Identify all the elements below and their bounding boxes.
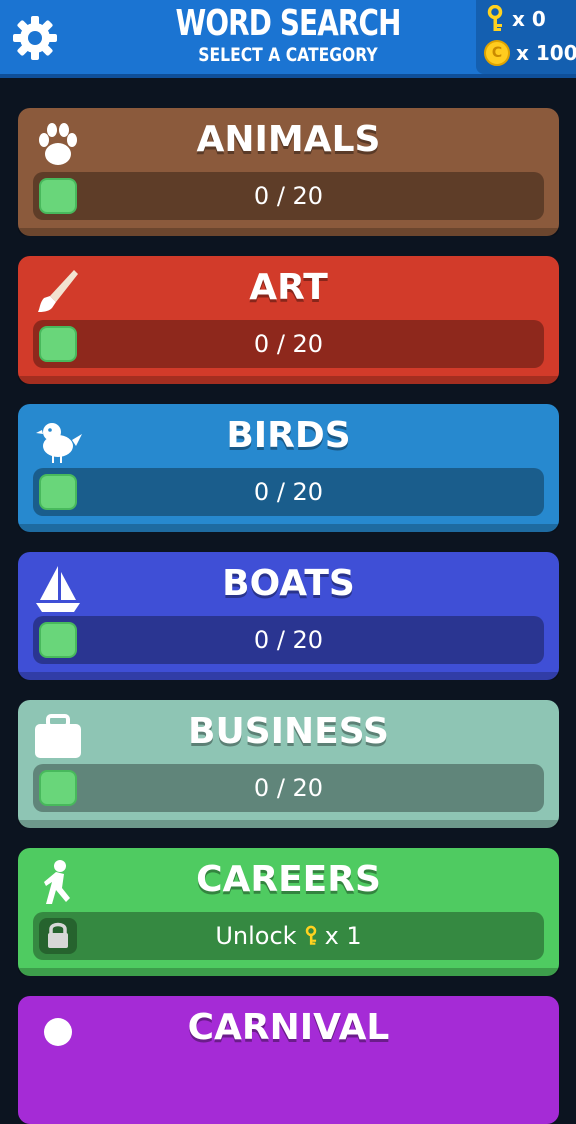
- unlock-cost: x 1: [324, 922, 362, 950]
- progress-text: 0 / 20: [253, 774, 324, 802]
- progress-bar: 0 / 20: [33, 468, 544, 516]
- card-shadow: [18, 228, 559, 236]
- progress-text: 0 / 20: [253, 182, 324, 210]
- category-title: ART: [249, 267, 328, 308]
- coins-counter: C x 100: [484, 38, 576, 68]
- keys-counter: x 0: [484, 4, 546, 34]
- unlock-text: Unlock x 1: [33, 912, 544, 960]
- category-card-animals[interactable]: ANIMALS 0 / 20: [18, 108, 559, 236]
- card-shadow: [18, 820, 559, 828]
- category-card-business[interactable]: BUSINESS 0 / 20: [18, 700, 559, 828]
- unlock-bar[interactable]: Unlock x 1: [33, 912, 544, 960]
- category-title: CARNIVAL: [187, 1007, 390, 1048]
- category-card-boats[interactable]: BOATS 0 / 20: [18, 552, 559, 680]
- category-card-careers[interactable]: CAREERS Unlock x 1: [18, 848, 559, 976]
- coins-count: x 100: [516, 41, 576, 65]
- key-icon: [305, 925, 316, 945]
- category-title: BOATS: [222, 563, 355, 604]
- wallet-panel: x 0 C x 100: [476, 0, 576, 74]
- card-shadow: [18, 968, 559, 976]
- category-card-birds[interactable]: BIRDS 0 / 20: [18, 404, 559, 532]
- progress-text: 0 / 20: [253, 330, 324, 358]
- progress-bar: 0 / 20: [33, 172, 544, 220]
- category-card-carnival[interactable]: CARNIVAL: [18, 996, 559, 1124]
- progress-bar: 0 / 20: [33, 616, 544, 664]
- keys-count: x 0: [512, 7, 546, 31]
- page-subtitle: SELECT A CATEGORY: [198, 44, 378, 66]
- category-title: CAREERS: [196, 859, 381, 900]
- category-title: BUSINESS: [188, 711, 389, 752]
- progress-bar: 0 / 20: [33, 764, 544, 812]
- category-card-art[interactable]: ART 0 / 20: [18, 256, 559, 384]
- unlock-label: Unlock: [215, 922, 297, 950]
- progress-text: 0 / 20: [253, 626, 324, 654]
- app-title: WORD SEARCH: [175, 3, 401, 44]
- key-icon: [487, 5, 503, 31]
- gear-icon[interactable]: [10, 13, 60, 63]
- top-bar: WORD SEARCH SELECT A CATEGORY x 0 C x 10…: [0, 0, 576, 78]
- card-shadow: [18, 376, 559, 384]
- card-shadow: [18, 524, 559, 532]
- progress-bar: 0 / 20: [33, 320, 544, 368]
- coin-icon: C: [484, 40, 510, 66]
- category-title: ANIMALS: [196, 119, 381, 160]
- progress-text: 0 / 20: [253, 478, 324, 506]
- category-title: BIRDS: [226, 415, 351, 456]
- card-shadow: [18, 672, 559, 680]
